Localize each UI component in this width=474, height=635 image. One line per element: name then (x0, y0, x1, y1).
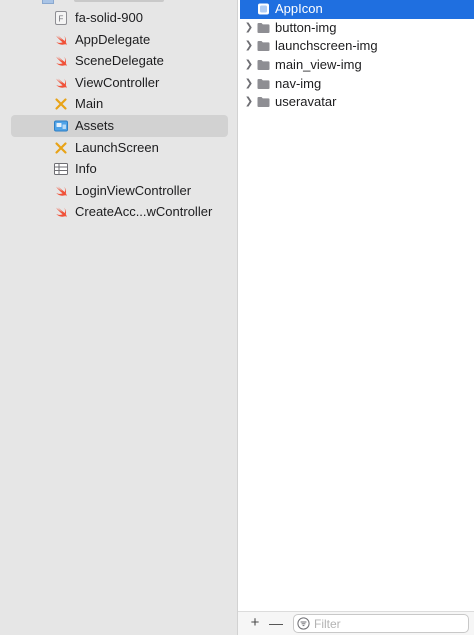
folder-icon (257, 96, 270, 109)
folder-icon (257, 40, 270, 53)
xcode-window: F fa-solid-900 AppDelegate SceneDelegate (0, 0, 474, 635)
asset-item-launchscreen-img[interactable]: ❯ launchscreen-img (238, 37, 474, 56)
swift-icon (54, 33, 68, 47)
asset-item-main-view-img[interactable]: ❯ main_view-img (238, 56, 474, 75)
asset-list: AppIcon ❯ button-img ❯ launchscreen-img … (238, 0, 474, 112)
navigator-item-launchscreen[interactable]: LaunchScreen (0, 137, 237, 159)
navigator-item-main[interactable]: Main (0, 93, 237, 115)
navigator-item-loginviewcontroller[interactable]: LoginViewController (0, 180, 237, 202)
storyboard-icon (54, 97, 68, 111)
asset-item-label: useravatar (275, 94, 337, 110)
navigator-item-assets[interactable]: Assets (0, 114, 237, 137)
filter-field[interactable] (293, 614, 469, 633)
navigator-item-label: SceneDelegate (75, 53, 164, 69)
folder-group-icon (42, 0, 54, 4)
navigator-item-label: CreateAcc...wController (75, 204, 213, 220)
app-icon-set-icon (257, 3, 270, 16)
navigator-item-label: Info (75, 161, 97, 177)
disclosure-chevron-icon[interactable]: ❯ (244, 75, 254, 94)
filter-input[interactable] (314, 615, 464, 632)
asset-item-nav-img[interactable]: ❯ nav-img (238, 75, 474, 94)
disclosure-chevron-icon[interactable]: ❯ (244, 37, 254, 56)
asset-item-label: AppIcon (275, 1, 323, 16)
navigator-item-label: Main (75, 96, 104, 112)
font-file-icon: F (54, 11, 68, 25)
swift-icon (54, 205, 68, 219)
svg-text:F: F (59, 15, 64, 24)
swift-icon (54, 76, 68, 90)
asset-item-useravatar[interactable]: ❯ useravatar (238, 93, 474, 112)
navigator-item-label: LaunchScreen (75, 139, 159, 155)
asset-item-label: main_view-img (275, 57, 362, 73)
asset-catalog-bottom-bar: + — (238, 611, 474, 635)
plist-icon (54, 162, 68, 176)
remove-asset-button[interactable]: — (268, 615, 284, 631)
folder-icon (257, 59, 270, 72)
folder-icon (257, 78, 270, 91)
asset-catalog-icon (54, 119, 68, 133)
navigator-item-label: fa-solid-900 (75, 10, 143, 25)
navigator-item-fa-solid-900[interactable]: F fa-solid-900 (0, 7, 237, 29)
disclosure-chevron-icon[interactable]: ❯ (244, 56, 254, 75)
asset-item-label: launchscreen-img (275, 38, 378, 54)
filter-icon (297, 617, 310, 630)
project-group-row-partial (42, 0, 192, 4)
navigator-item-label: ViewController (75, 74, 160, 90)
navigator-item-appdelegate[interactable]: AppDelegate (0, 29, 237, 51)
asset-item-label: nav-img (275, 75, 322, 91)
asset-item-button-img[interactable]: ❯ button-img (238, 19, 474, 38)
navigator-item-createaccountviewcontroller[interactable]: CreateAcc...wController (0, 201, 237, 223)
navigator-item-info[interactable]: Info (0, 158, 237, 180)
navigator-item-label: Assets (75, 117, 115, 133)
folder-icon (257, 22, 270, 35)
swift-icon (54, 184, 68, 198)
add-asset-button[interactable]: + (247, 615, 263, 631)
storyboard-icon (54, 141, 68, 155)
navigator-item-scenedelegate[interactable]: SceneDelegate (0, 50, 237, 72)
asset-item-label: button-img (275, 19, 337, 35)
navigator-file-list: F fa-solid-900 AppDelegate SceneDelegate (0, 7, 237, 223)
asset-catalog-outline: AppIcon ❯ button-img ❯ launchscreen-img … (238, 0, 474, 635)
disclosure-chevron-icon[interactable]: ❯ (244, 19, 254, 38)
navigator-item-label: LoginViewController (75, 182, 192, 198)
swift-icon (54, 54, 68, 68)
navigator-item-viewcontroller[interactable]: ViewController (0, 72, 237, 94)
project-navigator: F fa-solid-900 AppDelegate SceneDelegate (0, 0, 238, 635)
asset-item-appicon[interactable]: AppIcon (240, 0, 474, 19)
navigator-item-label: AppDelegate (75, 31, 151, 47)
disclosure-chevron-icon[interactable]: ❯ (244, 93, 254, 112)
